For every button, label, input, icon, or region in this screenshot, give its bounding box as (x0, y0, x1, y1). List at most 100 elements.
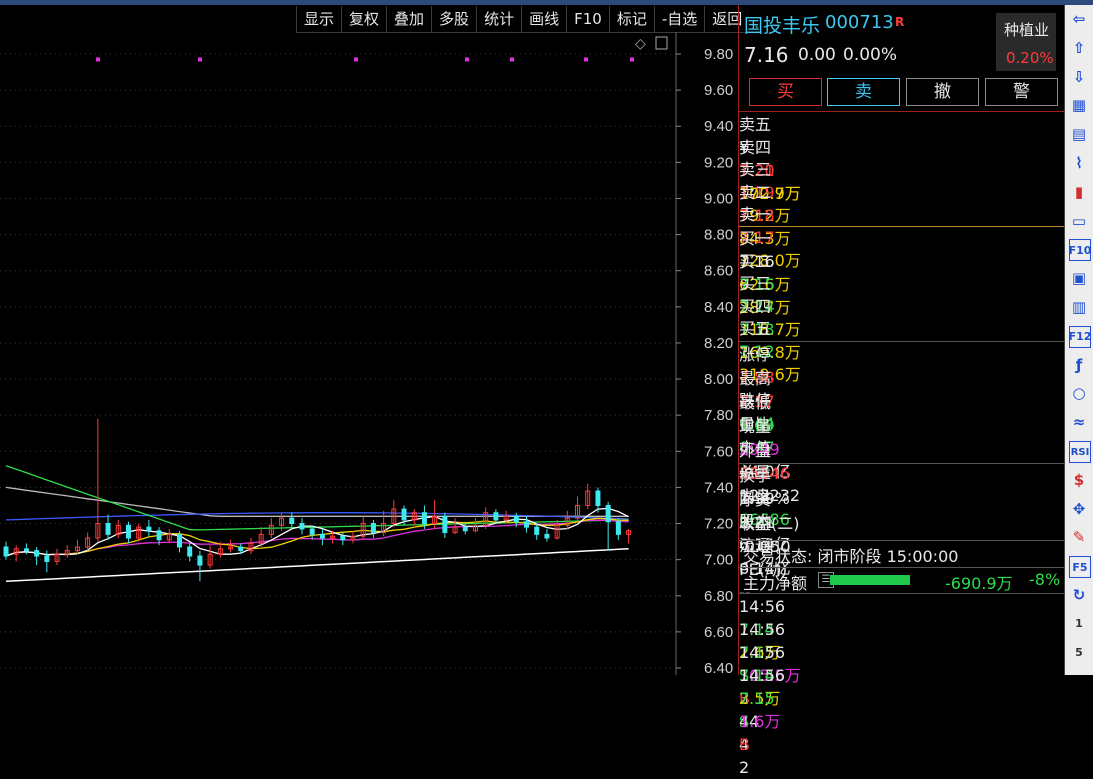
event-marker[interactable] (354, 57, 358, 62)
price-change: 0.00 (798, 45, 836, 65)
event-marker[interactable] (510, 57, 514, 62)
event-marker[interactable] (584, 57, 588, 62)
candle-body[interactable] (44, 555, 50, 562)
event-marker[interactable] (630, 57, 634, 62)
formula-icon[interactable]: ƒ (1069, 355, 1089, 375)
f12-icon[interactable]: F12 (1069, 325, 1091, 348)
candle-body[interactable] (605, 504, 611, 523)
diamond-icon[interactable]: ◇ (635, 36, 646, 52)
axis-tick-label: 9.80 (704, 46, 733, 63)
candle-body[interactable] (187, 546, 193, 557)
kline-chart[interactable]: 9.80 9.60 9.40 9.20 9.00 8.80 8.60 8.40 8.20 8.00… (0, 32, 738, 675)
candle-chart-icon[interactable]: ▮ (1069, 182, 1089, 202)
page-5[interactable]: 5 (1069, 643, 1089, 663)
candle-body[interactable] (105, 523, 111, 535)
candle-body[interactable] (513, 515, 519, 523)
finance-icon[interactable]: ▥ (1069, 297, 1089, 317)
candle-body[interactable] (319, 533, 325, 539)
toolbar-btn-8[interactable]: -自选 (653, 6, 705, 33)
down-arrow-icon[interactable]: ⇩ (1069, 67, 1089, 87)
candle-body[interactable] (3, 546, 9, 557)
toolbar-btn-4[interactable]: 统计 (476, 6, 522, 33)
toolbar-btn-7[interactable]: 标记 (608, 6, 654, 33)
bids-row: 买二 7.15 28.7万 (739, 250, 1064, 317)
bids-row: 买四 7.13 169.8万 (739, 295, 1064, 362)
margin-flag: R (895, 15, 905, 29)
candle-body[interactable] (289, 517, 295, 525)
f10-icon[interactable]: F10 (1069, 239, 1091, 262)
toolbar-btn-0[interactable]: 显示 (296, 6, 342, 33)
industry-box[interactable]: 种植业 0.20% (996, 13, 1056, 71)
candle-body[interactable] (524, 521, 530, 528)
candle-body[interactable] (534, 526, 540, 535)
candle-body[interactable] (493, 512, 499, 521)
candle-body[interactable] (462, 526, 468, 532)
list-icon[interactable]: ▣ (1069, 268, 1089, 288)
axis-tick-label: 6.40 (704, 660, 733, 675)
line-chart-icon[interactable]: ⌇ (1069, 153, 1089, 173)
tick-time: 14:56 (739, 666, 786, 685)
sell-button[interactable]: 卖 (827, 78, 900, 106)
event-marker[interactable] (198, 57, 202, 62)
grid-icon[interactable]: ▤ (1069, 124, 1089, 144)
candle-body[interactable] (23, 548, 29, 552)
toolbar-btn-5[interactable]: 画线 (521, 6, 567, 33)
bids-label: 买二 (739, 251, 772, 271)
axis-tick-label: 8.80 (704, 227, 733, 244)
toolbar-btn-1[interactable]: 复权 (341, 6, 387, 33)
cancel-order-button[interactable]: 撤 (906, 78, 979, 106)
candle-body[interactable] (544, 533, 550, 539)
candle-body[interactable] (370, 523, 376, 534)
up-arrow-icon[interactable]: ⇧ (1069, 38, 1089, 58)
candle-body[interactable] (442, 515, 448, 534)
f5-icon[interactable]: F5 (1069, 556, 1091, 579)
tick-row: 14:56 7.14 2.6万 S 3 (739, 595, 1064, 708)
back-arrow-icon[interactable]: ⇦ (1069, 9, 1089, 29)
candle-body[interactable] (238, 546, 244, 552)
pencil-icon[interactable]: ✎ (1069, 527, 1089, 547)
report-icon[interactable]: ▦ (1069, 95, 1089, 115)
candle-body[interactable] (421, 512, 427, 525)
candle-body[interactable] (401, 508, 407, 521)
toolbar-btn-3[interactable]: 多股 (431, 6, 477, 33)
candle-body[interactable] (197, 555, 203, 566)
circle-icon[interactable]: ○ (1069, 383, 1089, 403)
move-icon[interactable]: ✥ (1069, 499, 1089, 519)
candle-body[interactable] (309, 528, 315, 535)
candle-body[interactable] (125, 524, 131, 539)
candle-body[interactable] (615, 521, 621, 535)
dollar-icon[interactable]: $ (1069, 470, 1089, 490)
trade-status: 交易状态: 闭市阶段 15:00:00 (743, 547, 959, 566)
news-icon[interactable]: ▭ (1069, 211, 1089, 231)
rsi-icon[interactable]: RSI (1069, 441, 1091, 463)
candle-body[interactable] (595, 490, 601, 506)
toolbar-btn-6[interactable]: F10 (566, 6, 609, 33)
asks-label: 卖四 (739, 137, 772, 157)
candle-body[interactable] (146, 526, 152, 532)
candle-body[interactable] (156, 530, 162, 541)
page-1[interactable]: 1 (1069, 614, 1089, 634)
axis-tick-label: 8.00 (704, 371, 733, 388)
refresh-icon[interactable]: ↻ (1069, 585, 1089, 605)
axis-tick-label: 9.00 (704, 190, 733, 207)
candle-body[interactable] (34, 550, 40, 557)
divider (739, 540, 1064, 541)
stats2-row: 收益(二)-0.050PE(动)-- (739, 512, 1064, 602)
industry-pct: 0.20% (1006, 49, 1054, 67)
event-marker[interactable] (96, 57, 100, 62)
indicator-icon[interactable]: ≈ (1069, 412, 1089, 432)
asks-row: 卖三 7.19 79.2万 (739, 158, 1064, 225)
alert-button[interactable]: 警 (985, 78, 1058, 106)
tick-time: 14:56 (739, 643, 786, 662)
axis-tick-label: 9.60 (704, 82, 733, 99)
candle-body[interactable] (299, 523, 305, 530)
stats1-label-1: 外盘 (739, 441, 772, 460)
candle-body[interactable] (177, 533, 183, 548)
toolbar-btn-2[interactable]: 叠加 (386, 6, 432, 33)
bids-row: 买一 7.16 62.6万 (739, 227, 1064, 294)
candle-body[interactable] (340, 535, 346, 541)
event-marker[interactable] (465, 57, 469, 62)
tick-row: 14:56 7.15 1.6万 B 2 (739, 664, 1064, 777)
buy-button[interactable]: 买 (749, 78, 822, 106)
window-toggle-icon[interactable] (655, 36, 668, 50)
